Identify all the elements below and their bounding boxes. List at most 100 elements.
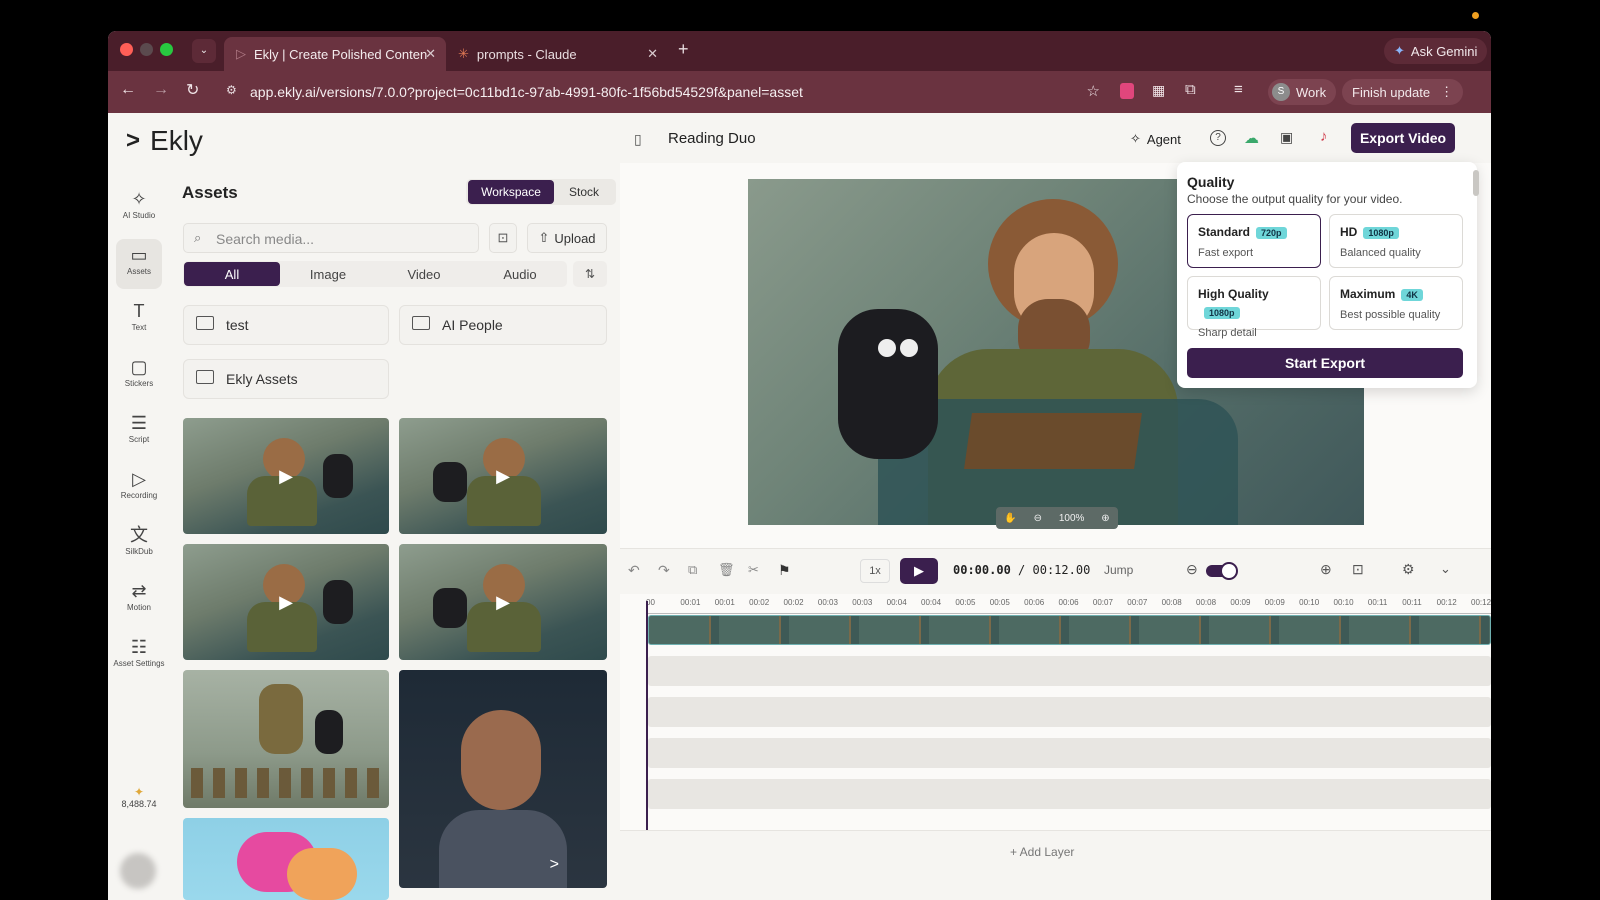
folder-item[interactable]: Ekly Assets bbox=[183, 359, 389, 399]
quality-option-standard[interactable]: Standard 720p Fast export bbox=[1187, 214, 1321, 268]
toggle-panel-icon[interactable]: ▯ bbox=[634, 131, 642, 148]
media-thumbnail[interactable]: ▶ bbox=[183, 418, 389, 534]
split-scissors-icon[interactable]: ✂ bbox=[748, 562, 759, 578]
video-clip[interactable] bbox=[648, 615, 1491, 645]
gemini-icon: ✦ bbox=[1394, 43, 1405, 58]
search-input[interactable]: ⌕ Search media... bbox=[183, 223, 479, 253]
sidebar-item-recording[interactable]: ▷ Recording bbox=[108, 463, 170, 513]
timeline-zoom-out-icon[interactable]: ⊖ bbox=[1186, 561, 1198, 578]
agent-button[interactable]: ✧ Agent bbox=[1130, 131, 1181, 147]
sidebar-item-script[interactable]: ☰ Script bbox=[108, 407, 170, 457]
timeline-zoom-in-icon[interactable]: ⊕ bbox=[1320, 561, 1332, 578]
logo[interactable]: > Ekly bbox=[126, 125, 203, 157]
folder-item[interactable]: AI People bbox=[399, 305, 607, 345]
timeline-ruler[interactable]: 00 00:01 00:01 00:02 00:02 00:03 00:03 00:04 00:… bbox=[646, 596, 1491, 614]
user-avatar[interactable] bbox=[120, 853, 156, 889]
fit-timeline-icon[interactable]: ⊡ bbox=[1352, 561, 1364, 578]
redo-icon[interactable]: ↷ bbox=[658, 562, 670, 579]
start-export-button[interactable]: Start Export bbox=[1187, 348, 1463, 378]
close-tab-icon[interactable]: ✕ bbox=[647, 46, 658, 62]
media-thumbnail[interactable] bbox=[183, 670, 389, 808]
media-thumbnail[interactable]: ▶ bbox=[399, 418, 607, 534]
url-field[interactable]: ⚙ app.ekly.ai/versions/7.0.0?project=0c1… bbox=[220, 77, 1110, 107]
marker-flag-icon[interactable]: ⚑ bbox=[778, 562, 791, 579]
ask-gemini-button[interactable]: ✦ Ask Gemini bbox=[1384, 38, 1488, 64]
tab-stock[interactable]: Stock bbox=[556, 180, 612, 204]
new-tab-button[interactable]: + bbox=[678, 39, 689, 60]
filter-image[interactable]: Image bbox=[280, 262, 376, 286]
forward-icon[interactable]: → bbox=[153, 81, 169, 99]
site-info-icon[interactable]: ⚙ bbox=[226, 83, 237, 97]
empty-track[interactable] bbox=[648, 656, 1491, 686]
add-layer-button[interactable]: + Add Layer bbox=[1010, 845, 1074, 859]
jump-button[interactable]: Jump bbox=[1104, 563, 1133, 577]
ruler-tick-label: 00:02 bbox=[749, 598, 770, 607]
sidebar-item-motion[interactable]: ⇄ Motion bbox=[108, 575, 170, 625]
slider-handle[interactable] bbox=[1220, 562, 1238, 580]
tab-claude[interactable]: ✳ prompts - Claude ✕ bbox=[446, 37, 668, 71]
play-button[interactable]: ▶ bbox=[900, 558, 938, 584]
notification-bell-icon[interactable]: ♪ bbox=[1320, 128, 1328, 145]
tab-ekly[interactable]: ▷ Ekly | Create Polished Conten ✕ bbox=[224, 37, 446, 71]
sidebar-item-asset-settings[interactable]: ☷ Asset Settings bbox=[108, 631, 170, 681]
sidebar-item-ai-studio[interactable]: ✧ AI Studio bbox=[108, 183, 170, 233]
filter-audio[interactable]: Audio bbox=[472, 262, 568, 286]
save-icon[interactable]: ▣ bbox=[1280, 129, 1293, 146]
quality-name: HD bbox=[1340, 225, 1358, 239]
delete-icon[interactable]: 🗑 bbox=[718, 562, 735, 578]
close-window-button[interactable] bbox=[120, 43, 133, 56]
minimize-window-button[interactable] bbox=[140, 43, 153, 56]
tab-search-button[interactable]: ⌄ bbox=[192, 39, 216, 63]
tab-workspace[interactable]: Workspace bbox=[468, 180, 554, 204]
more-menu-icon[interactable]: ⋮ bbox=[1440, 84, 1453, 100]
back-icon[interactable]: ← bbox=[120, 81, 136, 99]
reload-icon[interactable]: ↻ bbox=[186, 80, 199, 100]
folder-item[interactable]: test bbox=[183, 305, 389, 345]
profile-button[interactable]: S Work bbox=[1268, 79, 1337, 105]
finish-update-button[interactable]: Finish update ⋮ bbox=[1342, 79, 1464, 105]
duplicate-icon[interactable]: ⧉ bbox=[688, 562, 697, 578]
extension-grid-icon[interactable]: ▦ bbox=[1152, 82, 1165, 99]
reading-list-icon[interactable]: ≡ bbox=[1234, 81, 1243, 98]
close-tab-icon[interactable]: ✕ bbox=[425, 46, 436, 62]
quality-option-maximum[interactable]: Maximum 4K Best possible quality bbox=[1329, 276, 1463, 330]
empty-track[interactable] bbox=[648, 779, 1491, 809]
timeline-zoom-slider[interactable] bbox=[1206, 562, 1238, 580]
undo-icon[interactable]: ↶ bbox=[628, 562, 640, 579]
speed-selector[interactable]: 1x bbox=[860, 559, 890, 583]
zoom-in-icon[interactable]: ⊕ bbox=[1101, 513, 1109, 524]
quality-option-hd[interactable]: HD 1080p Balanced quality bbox=[1329, 214, 1463, 268]
zoom-window-button[interactable] bbox=[160, 43, 173, 56]
cloud-sync-icon[interactable]: ☁ bbox=[1244, 129, 1259, 147]
media-thumbnail[interactable]: ▶ bbox=[399, 544, 607, 660]
export-video-button[interactable]: Export Video bbox=[1351, 123, 1455, 153]
help-icon[interactable]: ? bbox=[1210, 130, 1226, 146]
sidebar-item-silkdub[interactable]: 文 SilkDub bbox=[108, 519, 170, 569]
filter-video[interactable]: Video bbox=[376, 262, 472, 286]
sidebar-item-assets[interactable]: ▭ Assets bbox=[116, 239, 162, 289]
new-folder-icon[interactable]: ⊡ bbox=[489, 223, 517, 253]
pan-hand-icon[interactable]: ✋ bbox=[1004, 513, 1016, 524]
empty-track[interactable] bbox=[648, 697, 1491, 727]
bookmark-star-icon[interactable]: ☆ bbox=[1087, 82, 1100, 100]
zoom-out-icon[interactable]: ⊖ bbox=[1034, 513, 1042, 524]
quality-option-high[interactable]: High Quality 1080p Sharp detail bbox=[1187, 276, 1321, 339]
filter-all[interactable]: All bbox=[184, 262, 280, 286]
ruler-tick-label: 00:12 bbox=[1471, 598, 1491, 607]
sidebar-item-text[interactable]: T Text bbox=[108, 295, 170, 345]
project-title[interactable]: Reading Duo bbox=[668, 130, 756, 147]
extension-icon[interactable] bbox=[1120, 83, 1134, 99]
upload-button[interactable]: ⇧ Upload bbox=[527, 223, 607, 253]
sort-icon[interactable]: ⇅ bbox=[573, 261, 607, 287]
empty-track[interactable] bbox=[648, 738, 1491, 768]
chevron-down-icon[interactable]: ⌄ bbox=[1440, 561, 1451, 577]
extensions-puzzle-icon[interactable]: ⧉ bbox=[1185, 81, 1196, 98]
media-thumbnail[interactable]: > bbox=[399, 670, 607, 888]
media-thumbnail[interactable] bbox=[183, 818, 389, 900]
sidebar-item-stickers[interactable]: ▢ Stickers bbox=[108, 351, 170, 401]
media-thumbnail[interactable]: ▶ bbox=[183, 544, 389, 660]
settings-gear-icon[interactable]: ⚙ bbox=[1402, 561, 1415, 578]
sidebar-item-label: SilkDub bbox=[125, 547, 153, 556]
scrollbar[interactable] bbox=[1473, 170, 1479, 196]
cat-illustration bbox=[323, 454, 353, 498]
